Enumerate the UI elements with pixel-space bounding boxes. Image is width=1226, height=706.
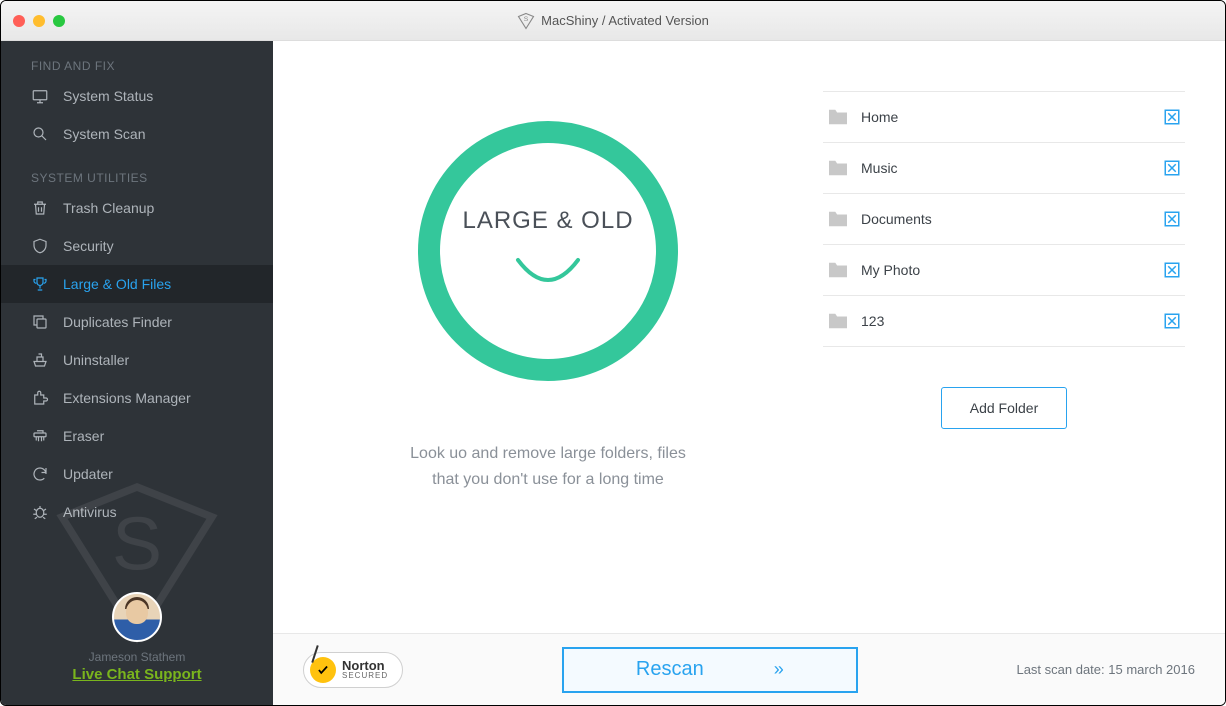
feature-description: Look uo and remove large folders, files … <box>410 441 686 492</box>
sidebar: FIND AND FIX System Status System Scan S… <box>1 41 273 705</box>
copy-icon <box>31 313 49 331</box>
user-avatar[interactable] <box>112 592 162 642</box>
remove-folder-button[interactable] <box>1163 210 1181 228</box>
refresh-icon <box>31 465 49 483</box>
sidebar-section-utilities: SYSTEM UTILITIES <box>1 153 273 189</box>
sidebar-item-trash-cleanup[interactable]: Trash Cleanup <box>1 189 273 227</box>
bottom-bar: Norton SECURED Rescan » Last scan date: … <box>273 633 1225 705</box>
window-minimize-button[interactable] <box>33 15 45 27</box>
folder-list: Home Music Documents My Photo 123 <box>823 91 1185 347</box>
sidebar-item-updater[interactable]: Updater <box>1 455 273 493</box>
main-panel: LARGE & OLD Look uo and remove large fol… <box>273 41 1225 705</box>
sidebar-item-system-scan[interactable]: System Scan <box>1 115 273 153</box>
sidebar-item-label: System Scan <box>63 126 145 142</box>
sidebar-item-label: Eraser <box>63 428 104 444</box>
sidebar-item-label: Updater <box>63 466 113 482</box>
norton-check-icon <box>310 657 336 683</box>
folder-name-label: 123 <box>861 313 1163 329</box>
folder-name-label: Documents <box>861 211 1163 227</box>
feature-circle: LARGE & OLD <box>418 121 678 381</box>
last-scan-label: Last scan date: 15 march 2016 <box>1016 662 1195 677</box>
sidebar-item-uninstaller[interactable]: Uninstaller <box>1 341 273 379</box>
user-name-label: Jameson Stathem <box>1 650 273 664</box>
bug-icon <box>31 503 49 521</box>
sidebar-item-system-status[interactable]: System Status <box>1 77 273 115</box>
window-close-button[interactable] <box>13 15 25 27</box>
feature-title: LARGE & OLD <box>462 207 633 235</box>
folder-icon <box>827 261 849 279</box>
shield-icon <box>31 237 49 255</box>
sidebar-item-label: Uninstaller <box>63 352 129 368</box>
folder-name-label: Home <box>861 109 1163 125</box>
sidebar-item-eraser[interactable]: Eraser <box>1 417 273 455</box>
folder-name-label: My Photo <box>861 262 1163 278</box>
rescan-button[interactable]: Rescan » <box>562 647 858 693</box>
chevron-right-icon: » <box>774 659 784 680</box>
add-folder-button[interactable]: Add Folder <box>941 387 1067 429</box>
folder-row: 123 <box>823 296 1185 347</box>
remove-folder-button[interactable] <box>1163 261 1181 279</box>
remove-folder-button[interactable] <box>1163 312 1181 330</box>
folder-icon <box>827 159 849 177</box>
brush-icon <box>31 351 49 369</box>
search-icon <box>31 125 49 143</box>
folder-row: My Photo <box>823 245 1185 296</box>
puzzle-icon <box>31 389 49 407</box>
sidebar-item-extensions-manager[interactable]: Extensions Manager <box>1 379 273 417</box>
sidebar-item-large-old-files[interactable]: Large & Old Files <box>1 265 273 303</box>
shredder-icon <box>31 427 49 445</box>
trophy-icon <box>31 275 49 293</box>
folder-icon <box>827 312 849 330</box>
sidebar-item-label: Extensions Manager <box>63 390 191 406</box>
folder-row: Music <box>823 143 1185 194</box>
sidebar-item-antivirus[interactable]: Antivirus <box>1 493 273 531</box>
live-chat-link[interactable]: Live Chat Support <box>1 666 273 683</box>
sidebar-section-find-fix: FIND AND FIX <box>1 41 273 77</box>
titlebar: S MacShiny / Activated Version <box>1 1 1225 41</box>
sidebar-item-security[interactable]: Security <box>1 227 273 265</box>
sidebar-item-label: Security <box>63 238 114 254</box>
sidebar-item-label: Duplicates Finder <box>63 314 172 330</box>
folder-icon <box>827 108 849 126</box>
svg-text:S: S <box>524 16 529 23</box>
folder-name-label: Music <box>861 160 1163 176</box>
window-maximize-button[interactable] <box>53 15 65 27</box>
remove-folder-button[interactable] <box>1163 108 1181 126</box>
app-title: S MacShiny / Activated Version <box>517 12 709 30</box>
trash-icon <box>31 199 49 217</box>
folder-row: Documents <box>823 194 1185 245</box>
folder-row: Home <box>823 91 1185 143</box>
monitor-icon <box>31 87 49 105</box>
sidebar-item-label: Large & Old Files <box>63 276 171 292</box>
remove-folder-button[interactable] <box>1163 159 1181 177</box>
sidebar-item-label: Antivirus <box>63 504 117 520</box>
app-logo-icon: S <box>517 12 535 30</box>
folder-icon <box>827 210 849 228</box>
smile-icon <box>508 255 588 295</box>
norton-badge[interactable]: Norton SECURED <box>303 652 403 688</box>
sidebar-item-label: Trash Cleanup <box>63 200 154 216</box>
sidebar-item-duplicates-finder[interactable]: Duplicates Finder <box>1 303 273 341</box>
sidebar-item-label: System Status <box>63 88 153 104</box>
